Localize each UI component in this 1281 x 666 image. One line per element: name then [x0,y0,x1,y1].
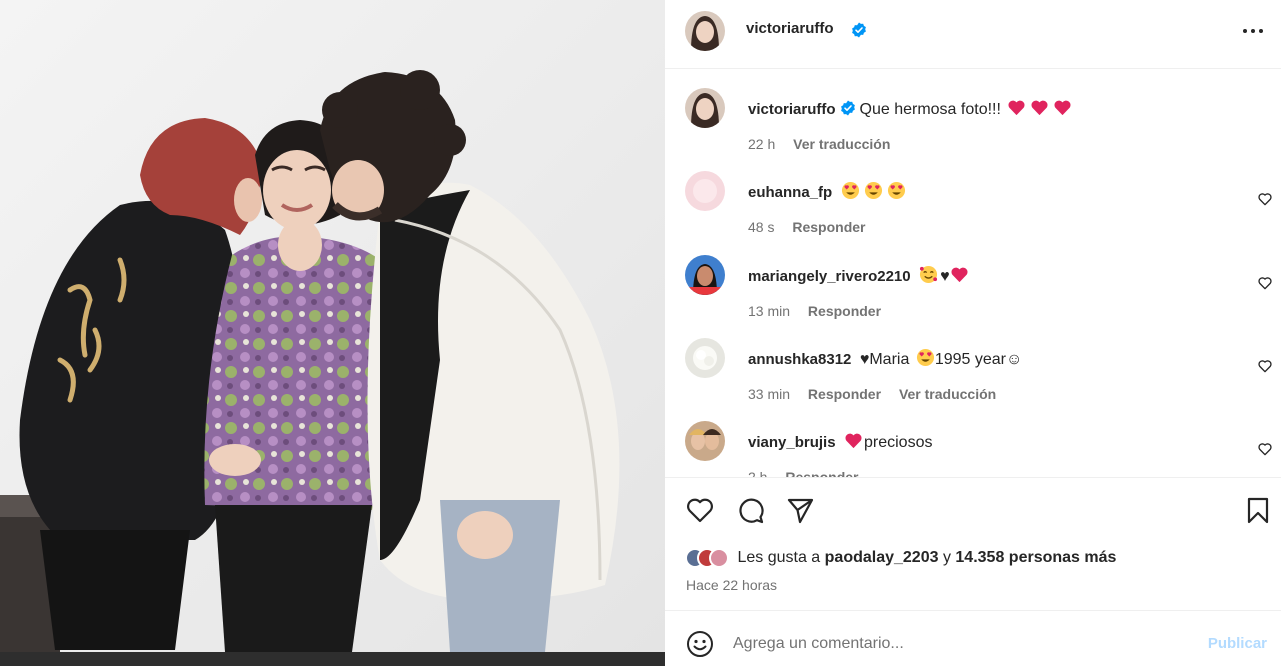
comment-line: viany_brujis preciosos [748,431,932,454]
more-options-icon[interactable] [1241,20,1265,42]
comment-like-icon[interactable] [1257,358,1273,374]
reply-button[interactable]: Responder [808,386,881,402]
author-username[interactable]: victoriaruffo [746,20,834,37]
comment-line: annushka8312 ♥Maria 1995 year☺ [748,348,1022,371]
translate-button[interactable]: Ver traducción [899,386,996,402]
author-avatar[interactable] [685,11,725,51]
post-detail-panel: victoriaruffo victoriaruffo Que hermosa … [665,0,1281,666]
verified-badge-icon [840,100,855,116]
comment-icon[interactable] [735,495,765,525]
photo-image [0,0,665,666]
caption: victoriaruffo Que hermosa foto!!! 22 h V… [665,88,1281,172]
heart-icon[interactable] [685,495,715,525]
comment-item: mariangely_rivero2210 ♥ 13 min Responder [665,255,1281,339]
likes-count-link[interactable]: 14.358 personas más [955,549,1116,566]
comment-avatar[interactable] [685,338,725,378]
smiling-hearts-emoji-icon [920,265,938,284]
comment-avatar[interactable] [685,421,725,461]
red-heart-emoji-icon [1031,100,1048,116]
heart-eyes-emoji-icon [916,348,934,367]
reply-button[interactable]: Responder [785,469,858,477]
reply-button[interactable]: Responder [808,303,881,319]
comment-meta: 13 min Responder [748,303,895,319]
likes-prefix: Les gusta a [737,549,821,566]
comment-text: preciosos [864,434,933,451]
caption-text: Que hermosa foto!!! [859,101,1001,118]
heart-eyes-emoji-icon [887,181,905,200]
heart-eyes-emoji-icon [841,181,859,200]
post-time[interactable]: Hace 22 horas [686,577,777,593]
caption-line: victoriaruffo Que hermosa foto!!! [748,98,1076,121]
comment-line: mariangely_rivero2210 ♥ [748,265,973,288]
comment-text: ♥Maria [859,351,910,368]
post-header: victoriaruffo [665,0,1281,69]
comment-item: annushka8312 ♥Maria 1995 year☺ 33 min Re… [665,338,1281,422]
share-icon[interactable] [785,495,815,525]
likes-summary[interactable]: Les gusta a paodalay_2203 y 14.358 perso… [685,548,1116,574]
comment-username[interactable]: euhanna_fp [748,184,832,201]
comment-time[interactable]: 48 s [748,219,774,235]
red-heart-emoji-icon [951,267,968,283]
comment-composer: Publicar [665,610,1281,666]
comment-like-icon[interactable] [1257,441,1273,457]
heart-eyes-emoji-icon [864,181,882,200]
bookmark-icon[interactable] [1243,495,1273,525]
comment-item: euhanna_fp 48 s Responder [665,171,1281,255]
caption-avatar[interactable] [685,88,725,128]
comment-avatar[interactable] [685,255,725,295]
caption-time[interactable]: 22 h [748,136,775,152]
caption-meta: 22 h Ver traducción [748,136,904,152]
likes-and: y [942,549,951,566]
comment-like-icon[interactable] [1257,191,1273,207]
comments-list[interactable]: victoriaruffo Que hermosa foto!!! 22 h V… [665,69,1281,477]
comment-username[interactable]: viany_brujis [748,434,836,451]
post-actions: Les gusta a paodalay_2203 y 14.358 perso… [665,477,1281,610]
comment-input[interactable] [733,631,1193,657]
comment-meta: 2 h Responder [748,469,872,477]
comment-time[interactable]: 13 min [748,303,790,319]
caption-username[interactable]: victoriaruffo [748,101,836,118]
comment-time[interactable]: 2 h [748,469,767,477]
comment-meta: 33 min Responder Ver traducción [748,386,1010,402]
emoji-icon[interactable] [685,629,715,659]
likes-user-link[interactable]: paodalay_2203 [825,549,939,566]
comment-meta: 48 s Responder [748,219,879,235]
likes-text: Les gusta a paodalay_2203 y 14.358 perso… [737,549,1116,566]
comment-username[interactable]: mariangely_rivero2210 [748,268,911,285]
verified-badge-icon [852,22,866,38]
comment-like-icon[interactable] [1257,275,1273,291]
black-heart-glyph: ♥ [940,268,950,285]
comment-username[interactable]: annushka8312 [748,351,851,368]
comment-time[interactable]: 33 min [748,386,790,402]
translate-button[interactable]: Ver traducción [793,136,890,152]
reply-button[interactable]: Responder [792,219,865,235]
publish-button[interactable]: Publicar [1208,635,1267,652]
liker-avatar [709,548,729,568]
comment-line: euhanna_fp [748,181,910,204]
red-heart-emoji-icon [1054,100,1071,116]
comment-text: 1995 year☺ [934,351,1023,368]
comment-item: viany_brujis preciosos 2 h Responder [665,421,1281,477]
comment-avatar[interactable] [685,171,725,211]
red-heart-emoji-icon [845,433,862,449]
post-photo[interactable] [0,0,665,666]
red-heart-emoji-icon [1008,100,1025,116]
